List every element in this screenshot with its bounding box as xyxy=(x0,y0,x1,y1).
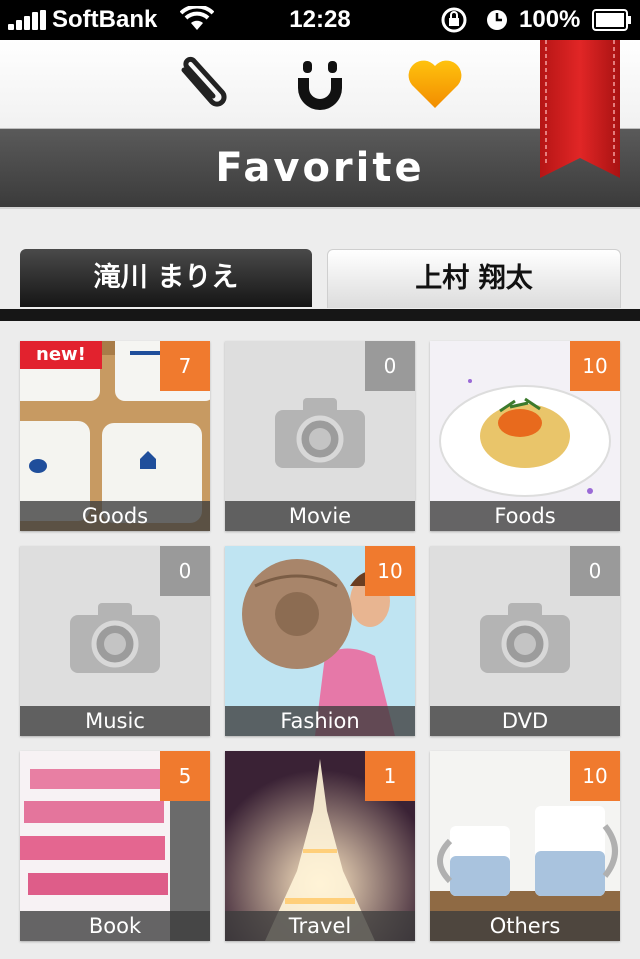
tile-label: Movie xyxy=(225,501,415,531)
item-count-badge: 5 xyxy=(160,751,210,801)
bookmark-ribbon-icon[interactable] xyxy=(540,40,620,178)
tab-bar: 滝川 まりえ 上村 翔太 xyxy=(0,209,640,309)
tile-label: Others xyxy=(430,911,620,941)
tile-goods[interactable]: new! 7 Goods xyxy=(20,341,210,531)
tile-label: Foods xyxy=(430,501,620,531)
item-count-badge: 0 xyxy=(570,546,620,596)
tab-user-2[interactable]: 上村 翔太 xyxy=(327,249,621,308)
smile-icon[interactable] xyxy=(290,54,350,114)
item-count-badge: 10 xyxy=(570,751,620,801)
tile-movie[interactable]: 0 Movie xyxy=(225,341,415,531)
tile-book[interactable]: 5 Book xyxy=(20,751,210,941)
tab-divider xyxy=(0,309,640,321)
tile-fashion[interactable]: 10 Fashion xyxy=(225,546,415,736)
item-count-badge: 10 xyxy=(570,341,620,391)
camera-icon xyxy=(480,603,570,673)
alarm-icon xyxy=(487,10,507,30)
new-badge: new! xyxy=(20,341,102,369)
status-bar: SoftBank 12:28 100% xyxy=(0,0,640,40)
item-count-badge: 0 xyxy=(160,546,210,596)
tile-label: Goods xyxy=(20,501,210,531)
tile-label: Book xyxy=(20,911,210,941)
item-count-badge: 10 xyxy=(365,546,415,596)
camera-icon xyxy=(275,398,365,468)
camera-icon xyxy=(70,603,160,673)
item-count-badge: 7 xyxy=(160,341,210,391)
tile-music[interactable]: 0 Music xyxy=(20,546,210,736)
tile-label: DVD xyxy=(430,706,620,736)
paperclip-icon[interactable] xyxy=(170,54,230,114)
tile-label: Fashion xyxy=(225,706,415,736)
tile-label: Travel xyxy=(225,911,415,941)
category-grid: new! 7 Goods 0 Movie 10 Foods 0 Music 10… xyxy=(0,321,640,959)
battery-percent: 100% xyxy=(519,6,581,33)
tile-others[interactable]: 10 Others xyxy=(430,751,620,941)
tile-foods[interactable]: 10 Foods xyxy=(430,341,620,531)
battery-icon xyxy=(592,9,631,31)
tile-dvd[interactable]: 0 DVD xyxy=(430,546,620,736)
tab-user-1[interactable]: 滝川 まりえ xyxy=(20,249,312,307)
item-count-badge: 1 xyxy=(365,751,415,801)
item-count-badge: 0 xyxy=(365,341,415,391)
tile-label: Music xyxy=(20,706,210,736)
heart-icon[interactable] xyxy=(405,54,465,114)
rotation-lock-icon xyxy=(441,7,467,33)
tile-travel[interactable]: 1 Travel xyxy=(225,751,415,941)
